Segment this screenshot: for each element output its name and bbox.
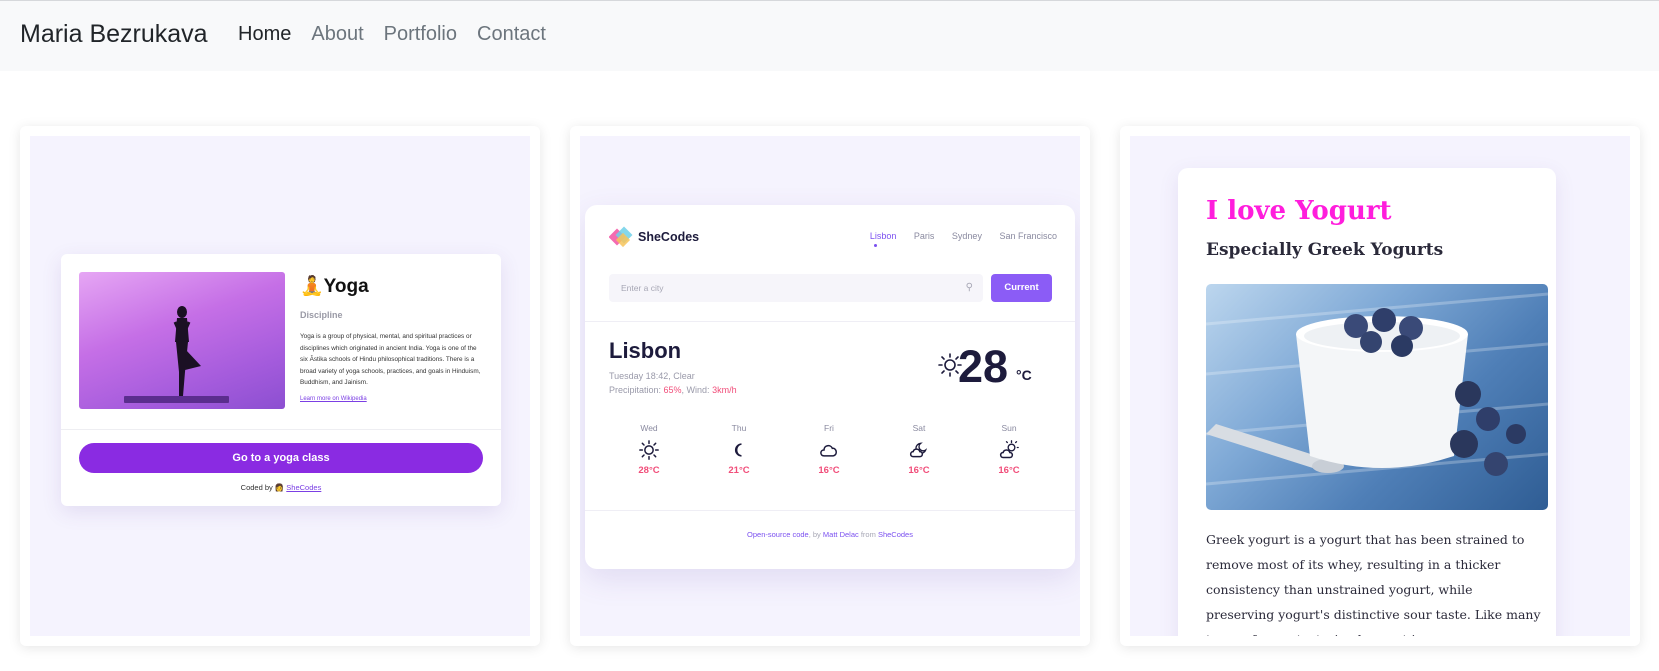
city-tab-sydney[interactable]: Sydney	[952, 231, 982, 241]
divider	[585, 321, 1075, 322]
date-description: Tuesday 18:42, Clear	[609, 371, 695, 381]
yogurt-bowl-illustration	[1206, 292, 1548, 486]
nav-link-portfolio[interactable]: Portfolio	[384, 23, 457, 46]
yogurt-preview: I love Yogurt Especially Greek Yogurts G…	[1130, 136, 1630, 636]
yogurt-description: Greek yogurt is a yogurt that has been s…	[1206, 532, 1541, 636]
yoga-woman-figure	[173, 306, 201, 396]
yoga-title: 🧘Yoga	[300, 276, 369, 297]
wikipedia-link[interactable]: Learn more on Wikipedia	[300, 396, 367, 402]
yoga-mat	[124, 396, 229, 403]
forecast-day: Wed 28°C	[638, 423, 660, 476]
city-search-input[interactable]: Enter a city ⚲	[609, 274, 983, 302]
yogurt-subtitle: Especially Greek Yogurts	[1206, 240, 1444, 260]
coded-by-label: Coded by 👩	[240, 483, 285, 492]
divider	[61, 429, 501, 430]
yoga-subtitle: Discipline	[300, 310, 343, 320]
nav-link-about[interactable]: About	[311, 23, 363, 46]
cloud-sun-icon	[999, 440, 1019, 459]
yoga-card: 🧘Yoga Discipline Yoga is a group of phys…	[61, 254, 501, 506]
search-icon: ⚲	[965, 282, 973, 293]
yoga-preview: 🧘Yoga Discipline Yoga is a group of phys…	[30, 136, 530, 636]
moon-icon	[734, 443, 742, 457]
nav-link-contact[interactable]: Contact	[477, 23, 546, 46]
portfolio-card-yoga[interactable]: 🧘Yoga Discipline Yoga is a group of phys…	[20, 126, 540, 646]
forecast-row: Wed 28°C Thu 21°C Fri 16°C Sat 16°C Sun …	[609, 423, 1055, 493]
yoga-photo	[79, 272, 285, 409]
weather-app: SheCodes Lisbon Paris Sydney San Francis…	[585, 205, 1075, 569]
weather-footer: Open-source code, by Matt Delac from She…	[747, 530, 913, 539]
city-tab-san-francisco[interactable]: San Francisco	[999, 231, 1057, 241]
cloud-moon-icon	[909, 442, 928, 458]
yogurt-title: I love Yogurt	[1206, 196, 1392, 226]
city-tab-lisbon[interactable]: Lisbon	[855, 231, 896, 247]
coded-by-text: Coded by 👩 SheCodes	[61, 483, 501, 492]
temperature-unit: °C	[1016, 367, 1032, 383]
city-tabs: Lisbon Paris Sydney San Francisco	[585, 231, 1057, 247]
author-link[interactable]: Matt Delac	[823, 530, 859, 539]
brand-name[interactable]: Maria Bezrukava	[20, 20, 208, 49]
yogurt-page: I love Yogurt Especially Greek Yogurts G…	[1178, 168, 1556, 636]
shecodes-link[interactable]: SheCodes	[286, 483, 321, 492]
portfolio-card-yogurt[interactable]: I love Yogurt Especially Greek Yogurts G…	[1120, 126, 1640, 646]
yogurt-photo	[1206, 284, 1548, 510]
forecast-day: Sun 16°C	[998, 423, 1020, 476]
open-source-link[interactable]: Open-source code	[747, 530, 809, 539]
forecast-day: Fri 16°C	[818, 423, 840, 476]
forecast-day: Thu 21°C	[728, 423, 750, 476]
navbar: Maria Bezrukava Home About Portfolio Con…	[0, 1, 1659, 71]
precipitation-wind: Precipitation: 65%, Wind: 3km/h	[609, 385, 737, 395]
nav-link-home[interactable]: Home	[238, 23, 291, 46]
shecodes-link[interactable]: SheCodes	[878, 530, 913, 539]
yoga-class-button[interactable]: Go to a yoga class	[79, 443, 483, 473]
cloud-icon	[820, 444, 837, 457]
weather-preview: SheCodes Lisbon Paris Sydney San Francis…	[580, 136, 1080, 636]
yoga-description: Yoga is a group of physical, mental, and…	[300, 333, 481, 387]
portfolio-card-weather[interactable]: SheCodes Lisbon Paris Sydney San Francis…	[570, 126, 1090, 646]
current-location-button[interactable]: Current	[991, 274, 1052, 302]
current-temperature: 28	[958, 341, 1009, 392]
city-tab-paris[interactable]: Paris	[914, 231, 935, 241]
search-placeholder: Enter a city	[621, 283, 664, 293]
forecast-day: Sat 16°C	[908, 423, 930, 476]
divider	[585, 510, 1075, 511]
sun-icon	[639, 440, 659, 460]
nav-links: Home About Portfolio Contact	[238, 23, 566, 46]
city-name: Lisbon	[609, 338, 682, 363]
